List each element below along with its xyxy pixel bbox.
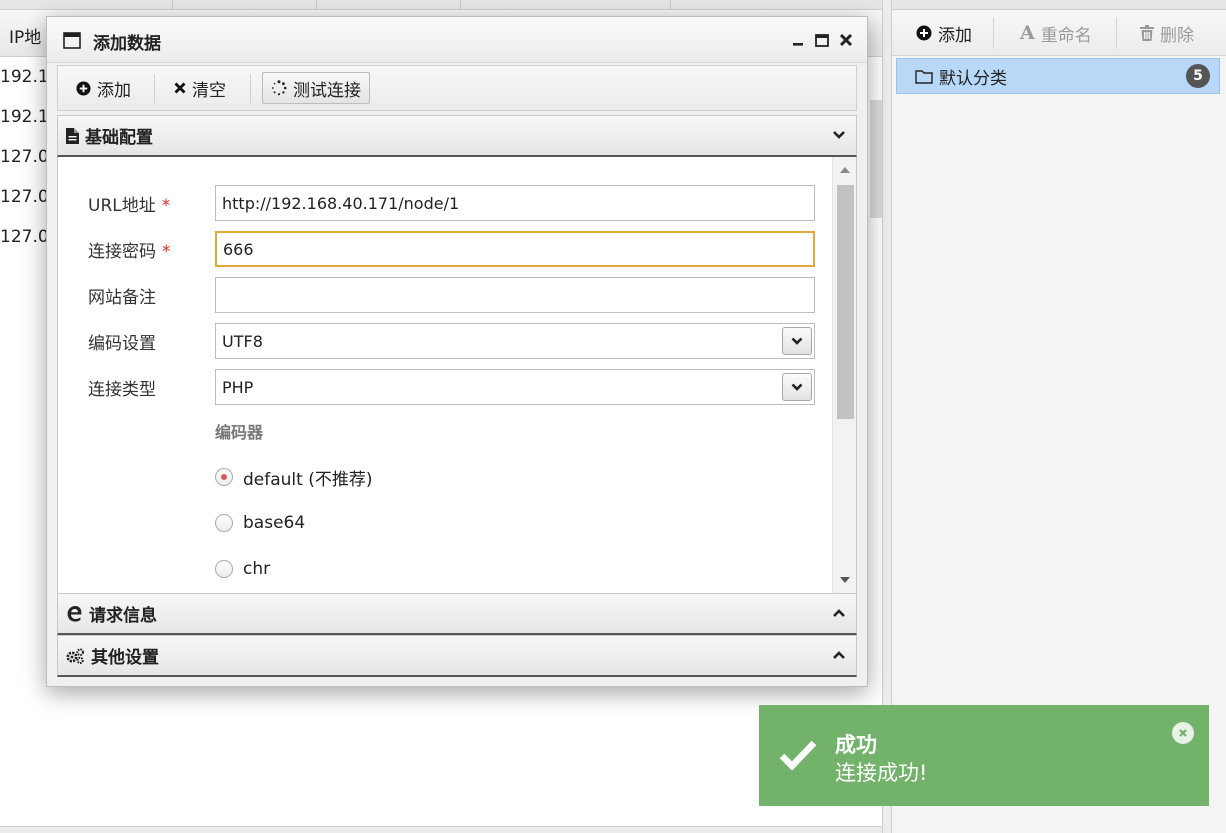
- scroll-down-icon[interactable]: [840, 577, 850, 583]
- connection-type-select[interactable]: PHP: [215, 369, 815, 405]
- add-button[interactable]: 添加: [68, 72, 139, 104]
- window-icon: [63, 32, 81, 49]
- encoder-option-label: chr: [243, 559, 271, 579]
- x-icon: [174, 82, 186, 94]
- chevron-down-icon: [791, 337, 803, 345]
- grid-bottom-bar: [0, 826, 882, 833]
- chevron-down-icon: [791, 383, 803, 391]
- scroll-up-icon[interactable]: [840, 167, 850, 173]
- toast-close-button[interactable]: [1172, 722, 1194, 744]
- password-input[interactable]: [215, 231, 815, 267]
- grid-top-strip: [0, 0, 882, 10]
- encoding-select[interactable]: UTF8: [215, 323, 815, 359]
- category-delete-label: 删除: [1160, 25, 1194, 46]
- category-delete-button[interactable]: 删除: [1140, 20, 1194, 46]
- font-a-icon: A: [1020, 22, 1035, 44]
- connection-type-label: 连接类型: [88, 380, 156, 400]
- required-mark: *: [161, 196, 171, 216]
- category-item-default[interactable]: 默认分类 5: [896, 58, 1220, 94]
- row-ip: 192.1: [0, 67, 49, 87]
- category-label: 默认分类: [939, 68, 1007, 89]
- trash-icon: [1140, 25, 1154, 41]
- row-ip: 192.1: [0, 107, 49, 127]
- category-rename-label: 重命名: [1040, 25, 1092, 46]
- toast-message: 连接成功!: [835, 761, 928, 785]
- close-button[interactable]: [837, 31, 855, 49]
- row-ip: 127.0: [0, 227, 49, 247]
- category-toolbar: 添加 A 重命名 删除: [892, 10, 1226, 56]
- url-label: URL地址 *: [88, 196, 171, 216]
- folder-icon: [915, 69, 933, 84]
- url-input[interactable]: [215, 185, 815, 221]
- clear-button[interactable]: 清空: [166, 72, 234, 104]
- encoder-option-label: default (不推荐): [243, 469, 373, 490]
- category-rename-button[interactable]: A 重命名: [1020, 20, 1092, 46]
- add-data-dialog: 添加数据 添加 清空 测试连接 基础配置 URL地址 * http://192.…: [46, 16, 868, 687]
- maximize-icon: [815, 33, 829, 47]
- close-icon: [1179, 729, 1187, 737]
- document-icon: [66, 127, 79, 144]
- chevron-up-icon: [833, 609, 845, 617]
- add-label: 添加: [97, 80, 131, 101]
- test-connection-button[interactable]: 测试连接: [262, 72, 370, 104]
- minimize-icon: [793, 43, 803, 46]
- radio-button[interactable]: [215, 560, 233, 578]
- maximize-button[interactable]: [813, 31, 831, 49]
- section-basic-config-title: 基础配置: [85, 128, 153, 148]
- encoder-heading: 编码器: [215, 423, 264, 442]
- row-ip: 127.0: [0, 187, 49, 207]
- gears-icon: [66, 647, 84, 664]
- encoding-dropdown-button[interactable]: [782, 327, 812, 355]
- column-header-ip[interactable]: IP地: [9, 23, 41, 48]
- chevron-up-icon: [833, 651, 845, 659]
- category-add-button[interactable]: 添加: [916, 20, 972, 46]
- section-basic-config[interactable]: 基础配置: [57, 115, 857, 157]
- encoder-option-base64[interactable]: base64: [215, 511, 305, 535]
- note-input[interactable]: [215, 277, 815, 313]
- chevron-down-icon: [833, 131, 845, 139]
- section-request-info[interactable]: 请求信息: [57, 593, 857, 635]
- plus-circle-icon: [76, 80, 91, 96]
- section-request-info-title: 请求信息: [89, 606, 157, 626]
- dialog-toolbar: 添加 清空 测试连接: [57, 65, 857, 111]
- test-connection-label: 测试连接: [293, 80, 361, 101]
- connection-type-value: PHP: [222, 377, 254, 397]
- connection-type-dropdown-button[interactable]: [782, 373, 812, 401]
- encoding-label: 编码设置: [88, 334, 156, 354]
- category-add-label: 添加: [938, 25, 972, 46]
- encoder-option-label: base64: [243, 513, 306, 533]
- radio-button[interactable]: [215, 514, 233, 532]
- row-ip: 127.0: [0, 147, 49, 167]
- note-label: 网站备注: [88, 288, 156, 308]
- required-mark: *: [162, 242, 171, 262]
- spinner-icon: [271, 80, 287, 96]
- plus-circle-icon: [916, 25, 932, 41]
- checkmark-icon: [779, 740, 817, 771]
- dialog-titlebar[interactable]: 添加数据: [47, 17, 867, 63]
- scrollbar-thumb[interactable]: [837, 185, 854, 419]
- encoder-option-chr[interactable]: chr: [215, 557, 270, 581]
- clear-label: 清空: [192, 80, 226, 101]
- edge-icon: [67, 606, 82, 622]
- minimize-button[interactable]: [789, 31, 807, 49]
- dialog-title: 添加数据: [93, 34, 161, 54]
- password-label: 连接密码 *: [88, 242, 171, 262]
- toast-title: 成功: [835, 733, 877, 757]
- panel-top-strip: [892, 0, 1226, 10]
- category-count-badge: 5: [1186, 64, 1210, 88]
- grid-scrollbar[interactable]: [870, 100, 882, 218]
- success-toast: 成功 连接成功!: [759, 705, 1209, 806]
- section-other-settings[interactable]: 其他设置: [57, 635, 857, 677]
- basic-config-form: URL地址* 连接密码* 网站备注 编码设置 UTF8 连接类型 PHP 编码器…: [57, 157, 857, 593]
- section-other-settings-title: 其他设置: [91, 648, 159, 668]
- form-scrollbar[interactable]: [832, 157, 856, 593]
- radio-button[interactable]: [215, 468, 233, 486]
- close-icon: [839, 33, 853, 47]
- encoder-option-default[interactable]: default (不推荐): [215, 465, 373, 490]
- encoding-value: UTF8: [222, 331, 263, 351]
